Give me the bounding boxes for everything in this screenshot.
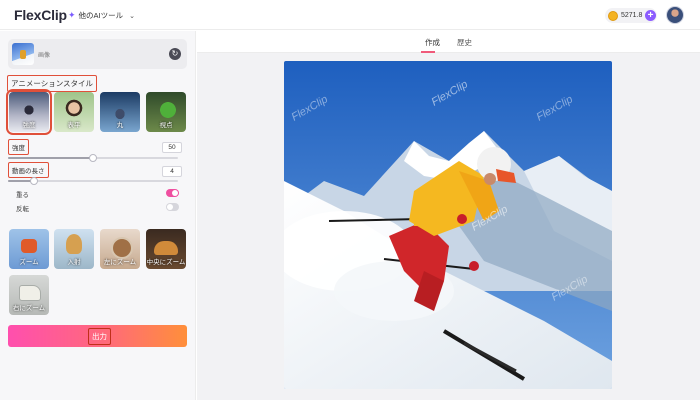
export-button[interactable]: 出力 [8,325,187,347]
sparkle-icon: ✦ [68,10,76,20]
style-tile-4[interactable]: 視点 [146,92,186,132]
skier-photo: FlexClip FlexClip FlexClip FlexClip Flex… [284,61,612,389]
tab-bar: 作成 歴史 [197,31,700,53]
style-tile-label: 丸 [116,122,124,129]
style-tile-2[interactable]: 表平 [54,92,94,132]
settings-panel: 画像 ↻ アニメーションスタイル 強度 表平 丸 視点 強度 50 動画の長さ … [0,31,196,400]
add-credits-button[interactable]: + [645,10,656,21]
loop-toggle[interactable] [166,189,179,197]
duration-row: 動画の長さ 4 [8,162,187,178]
intensity-slider[interactable] [8,154,178,162]
motion-tile-label: 入射 [67,259,81,266]
coin-icon [608,10,618,21]
intensity-row: 強度 50 [8,139,187,155]
intensity-label: 強度 [8,139,29,155]
motion-tile-label: 左にズーム [103,259,137,266]
intensity-slider-handle[interactable] [89,154,97,162]
motion-tile-zoom-right[interactable]: 右にズーム [9,275,49,315]
intensity-number-field[interactable]: 50 [162,142,182,153]
style-tile-label: 強度 [22,122,36,129]
duration-slider-handle[interactable] [29,177,38,185]
flexclip-logo[interactable]: FlexClip [14,7,67,23]
motion-tile-label: 右にズーム [12,305,46,312]
motion-tile-zoom[interactable]: ズーム [9,229,49,269]
animation-style-heading: アニメーションスタイル [7,75,98,92]
tab-history[interactable]: 歴史 [457,37,472,48]
duration-slider[interactable] [8,177,178,185]
source-image-thumbnail [12,43,34,65]
style-tile-1[interactable]: 強度 [6,89,52,135]
intensity-slider-fill [8,157,93,159]
motion-tile-zoom-left[interactable]: 左にズーム [100,229,140,269]
style-tile-label: 視点 [159,122,173,129]
style-tile-label: 表平 [67,122,81,129]
source-image-row[interactable]: 画像 ↻ [8,39,187,69]
style-tile-3[interactable]: 丸 [100,92,140,132]
toggle-knob [172,190,178,196]
motion-tile-label: 中央にズーム [146,259,186,266]
chevron-down-icon: ⌄ [129,12,136,20]
replace-image-icon[interactable]: ↻ [169,48,181,60]
reverse-toggle[interactable] [166,203,179,211]
image-label: 画像 [38,53,51,59]
motion-tile-entry[interactable]: 入射 [54,229,94,269]
tools-menu-label: 他のAIツール [78,11,124,20]
reverse-label: 反転 [16,206,29,213]
top-header: FlexClip ✦ 他のAIツール ⌄ 5271.8 + [0,0,700,30]
export-button-label: 出力 [88,328,111,345]
tab-create[interactable]: 作成 [425,37,440,48]
toggle-knob [167,204,173,210]
loop-label: 重る [16,192,29,199]
duration-label: 動画の長さ [8,162,49,178]
active-tab-indicator [421,51,435,53]
preview-area: 作成 歴史 FlexClip FlexClip FlexClip FlexCli… [197,31,700,400]
duration-number-field[interactable]: 4 [162,166,182,177]
motion-tile-label: ズーム [19,259,39,266]
preview-image: FlexClip FlexClip FlexClip FlexClip Flex… [284,61,612,389]
user-avatar[interactable] [666,6,684,24]
other-ai-tools-menu[interactable]: ✦ 他のAIツール ⌄ [68,10,135,21]
credits-value: 5271.8 [621,12,643,19]
motion-tile-zoom-center[interactable]: 中央にズーム [146,229,186,269]
